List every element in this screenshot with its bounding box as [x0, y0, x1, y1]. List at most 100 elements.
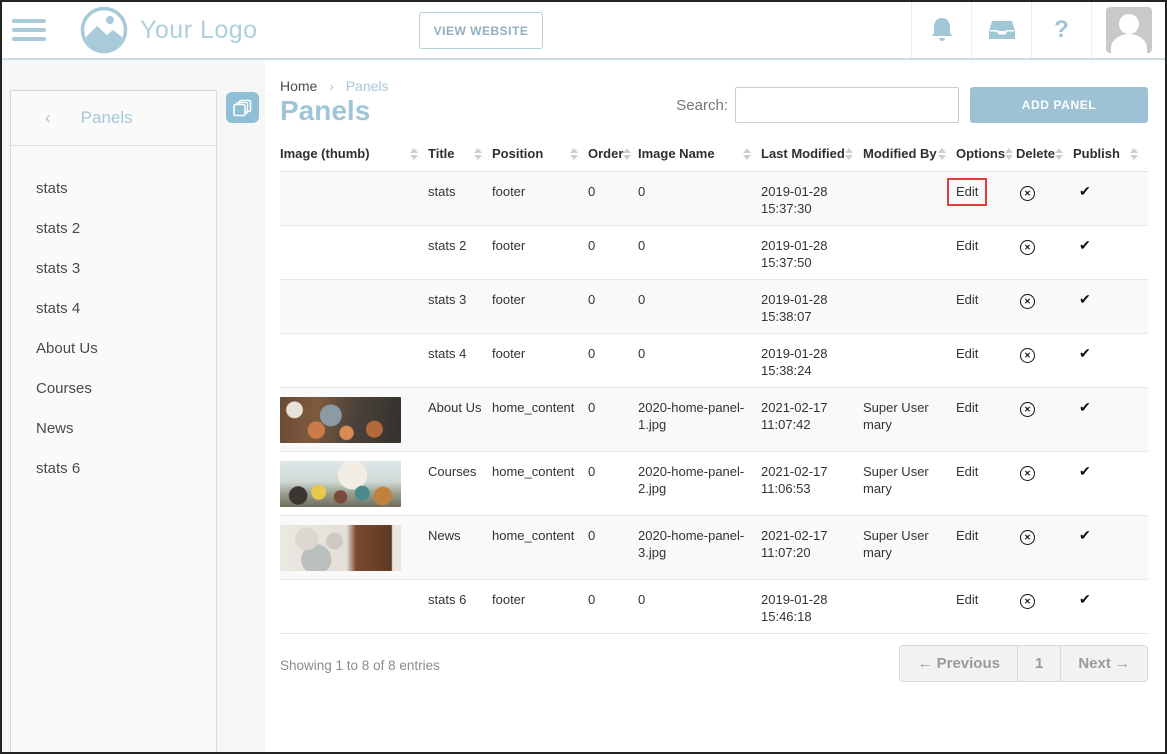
sidebar-item-stats-2[interactable]: stats 2 [11, 208, 216, 248]
position-cell: footer [492, 580, 588, 634]
delete-icon[interactable]: ✕ [1020, 348, 1035, 363]
publish-check-icon[interactable]: ✔ [1079, 591, 1091, 607]
modified-date: 2019-01-28 [761, 291, 853, 308]
edit-link[interactable]: Edit [956, 292, 978, 307]
delete-icon[interactable]: ✕ [1020, 402, 1035, 417]
view-website-button[interactable]: VIEW WEBSITE [419, 12, 543, 49]
modified-time: 11:07:20 [761, 544, 853, 561]
image-thumb-cell [280, 516, 428, 580]
sidebar-item-stats-4[interactable]: stats 4 [11, 288, 216, 328]
sort-icon [410, 148, 418, 160]
modified-date: 2019-01-28 [761, 237, 853, 254]
modified-by-cell: Super User mary [863, 516, 956, 580]
column-header-image-name[interactable]: Image Name [638, 142, 761, 172]
column-header-title[interactable]: Title [428, 142, 492, 172]
sidebar-item-courses[interactable]: Courses [11, 368, 216, 408]
options-cell: Edit [956, 452, 1016, 516]
modified-time: 15:38:24 [761, 362, 853, 379]
edit-link[interactable]: Edit [956, 400, 978, 415]
delete-icon[interactable]: ✕ [1020, 530, 1035, 545]
delete-cell: ✕ [1016, 452, 1073, 516]
position-cell: footer [492, 226, 588, 280]
options-cell: Edit [956, 580, 1016, 634]
layers-icon [233, 99, 252, 117]
column-header-last-modified[interactable]: Last Modified [761, 142, 863, 172]
image-name-cell: 0 [638, 580, 761, 634]
options-cell: Edit [956, 334, 1016, 388]
last-modified-cell: 2021-02-1711:07:20 [761, 516, 863, 580]
position-cell: home_content [492, 452, 588, 516]
position-cell: home_content [492, 516, 588, 580]
publish-check-icon[interactable]: ✔ [1079, 463, 1091, 479]
sidebar-item-stats-6[interactable]: stats 6 [11, 448, 216, 488]
edit-link[interactable]: Edit [956, 464, 978, 479]
breadcrumb-home-link[interactable]: Home [280, 78, 317, 94]
modified-date: 2019-01-28 [761, 183, 853, 200]
sidebar-panel: ‹ Panels statsstats 2stats 3stats 4About… [10, 90, 217, 752]
column-header-publish[interactable]: Publish [1073, 142, 1148, 172]
column-header-modified-by[interactable]: Modified By [863, 142, 956, 172]
modified-by-cell: Super User mary [863, 388, 956, 452]
next-page-button[interactable]: Next → [1060, 646, 1147, 681]
publish-check-icon[interactable]: ✔ [1079, 183, 1091, 199]
publish-check-icon[interactable]: ✔ [1079, 237, 1091, 253]
edit-link[interactable]: Edit [956, 238, 978, 253]
last-modified-cell: 2019-01-2815:46:18 [761, 580, 863, 634]
column-header-delete[interactable]: Delete [1016, 142, 1073, 172]
sidebar-title: Panels [81, 108, 133, 128]
publish-check-icon[interactable]: ✔ [1079, 291, 1091, 307]
sidebar-item-stats-3[interactable]: stats 3 [11, 248, 216, 288]
delete-cell: ✕ [1016, 388, 1073, 452]
sidebar-item-about-us[interactable]: About Us [11, 328, 216, 368]
publish-check-icon[interactable]: ✔ [1079, 527, 1091, 543]
entries-count-text: Showing 1 to 8 of 8 entries [280, 658, 440, 682]
sidebar-item-stats[interactable]: stats [11, 168, 216, 208]
delete-icon[interactable]: ✕ [1020, 186, 1035, 201]
edit-link[interactable]: Edit [956, 528, 978, 543]
help-button[interactable]: ? [1031, 2, 1091, 58]
delete-icon[interactable]: ✕ [1020, 466, 1035, 481]
options-cell: Edit [956, 388, 1016, 452]
table-row: stats 6footer002019-01-2815:46:18Edit✕✔ [280, 580, 1148, 634]
column-label: Options [956, 146, 1005, 161]
column-header-image-thumb[interactable]: Image (thumb) [280, 142, 428, 172]
sidebar: ‹ Panels statsstats 2stats 3stats 4About… [2, 60, 265, 752]
publish-cell: ✔ [1073, 516, 1148, 580]
edit-link[interactable]: Edit [956, 346, 978, 361]
delete-icon[interactable]: ✕ [1020, 240, 1035, 255]
page-number-button[interactable]: 1 [1017, 646, 1060, 681]
sidebar-back-chevron-icon[interactable]: ‹ [45, 108, 51, 128]
pages-stack-button[interactable] [226, 92, 259, 123]
modified-date: 2019-01-28 [761, 345, 853, 362]
sort-icon [1005, 148, 1013, 160]
modified-by-cell [863, 280, 956, 334]
column-header-options[interactable]: Options [956, 142, 1016, 172]
previous-page-button[interactable]: ← Previous [900, 646, 1017, 681]
notifications-button[interactable] [911, 2, 971, 58]
image-thumb-cell [280, 334, 428, 388]
inbox-icon [988, 19, 1016, 41]
logo[interactable]: Your Logo [80, 6, 258, 54]
sort-icon [743, 148, 751, 160]
publish-check-icon[interactable]: ✔ [1079, 345, 1091, 361]
publish-check-icon[interactable]: ✔ [1079, 399, 1091, 415]
table-row: stats 2footer002019-01-2815:37:50Edit✕✔ [280, 226, 1148, 280]
search-input[interactable] [735, 87, 959, 123]
delete-icon[interactable]: ✕ [1020, 294, 1035, 309]
edit-link-highlighted[interactable]: Edit [947, 178, 987, 206]
order-cell: 0 [588, 334, 638, 388]
breadcrumb-current-link[interactable]: Panels [346, 78, 389, 94]
user-menu[interactable] [1091, 2, 1165, 58]
column-header-position[interactable]: Position [492, 142, 588, 172]
column-header-order[interactable]: Order [588, 142, 638, 172]
sidebar-item-news[interactable]: News [11, 408, 216, 448]
table-body: statsfooter002019-01-2815:37:30Edit✕✔sta… [280, 172, 1148, 634]
order-cell: 0 [588, 516, 638, 580]
inbox-button[interactable] [971, 2, 1031, 58]
add-panel-button[interactable]: ADD PANEL [970, 87, 1148, 123]
title-cell: Courses [428, 452, 492, 516]
edit-link[interactable]: Edit [956, 592, 978, 607]
hamburger-menu-icon[interactable] [12, 19, 46, 41]
delete-icon[interactable]: ✕ [1020, 594, 1035, 609]
image-logo-icon [80, 6, 128, 54]
